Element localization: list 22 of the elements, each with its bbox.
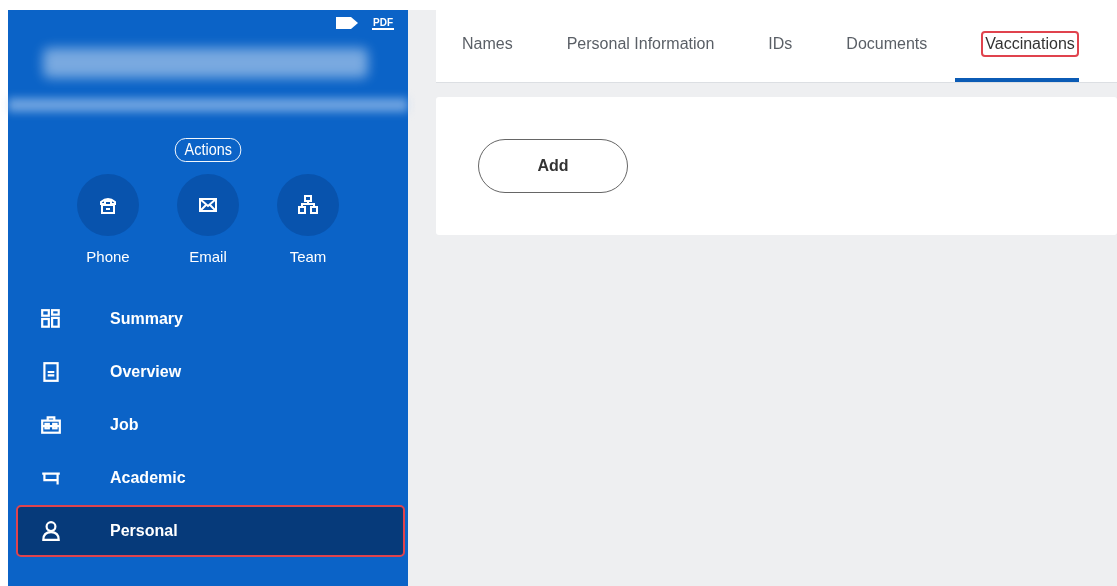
tab[interactable]: Vaccinations [955, 10, 1079, 82]
tab[interactable]: IDs [742, 10, 819, 82]
sidebar-item[interactable]: Academic [8, 452, 408, 504]
dashboard-icon [40, 308, 62, 330]
phone-icon [98, 195, 118, 215]
sidebar-item[interactable]: Summary [8, 293, 408, 345]
quick-action-label: Email [189, 248, 227, 265]
add-button[interactable]: Add [478, 139, 628, 193]
tag-icon[interactable] [336, 17, 358, 29]
sidebar-item[interactable]: Overview [8, 346, 408, 398]
tab[interactable]: Documents [820, 10, 954, 82]
tab[interactable]: Names [462, 10, 539, 82]
tab[interactable]: Personal Information [540, 10, 741, 82]
org-chart-icon [298, 195, 318, 215]
quick-action-label: Team [289, 248, 327, 265]
sidebar-item[interactable]: Job [8, 399, 408, 451]
quick-action-label: Phone [86, 248, 130, 265]
briefcase-icon [40, 414, 62, 436]
document-icon [40, 361, 62, 383]
envelope-icon [198, 195, 218, 215]
sidebar-item[interactable]: Personal [16, 505, 405, 557]
person-icon [40, 520, 62, 542]
